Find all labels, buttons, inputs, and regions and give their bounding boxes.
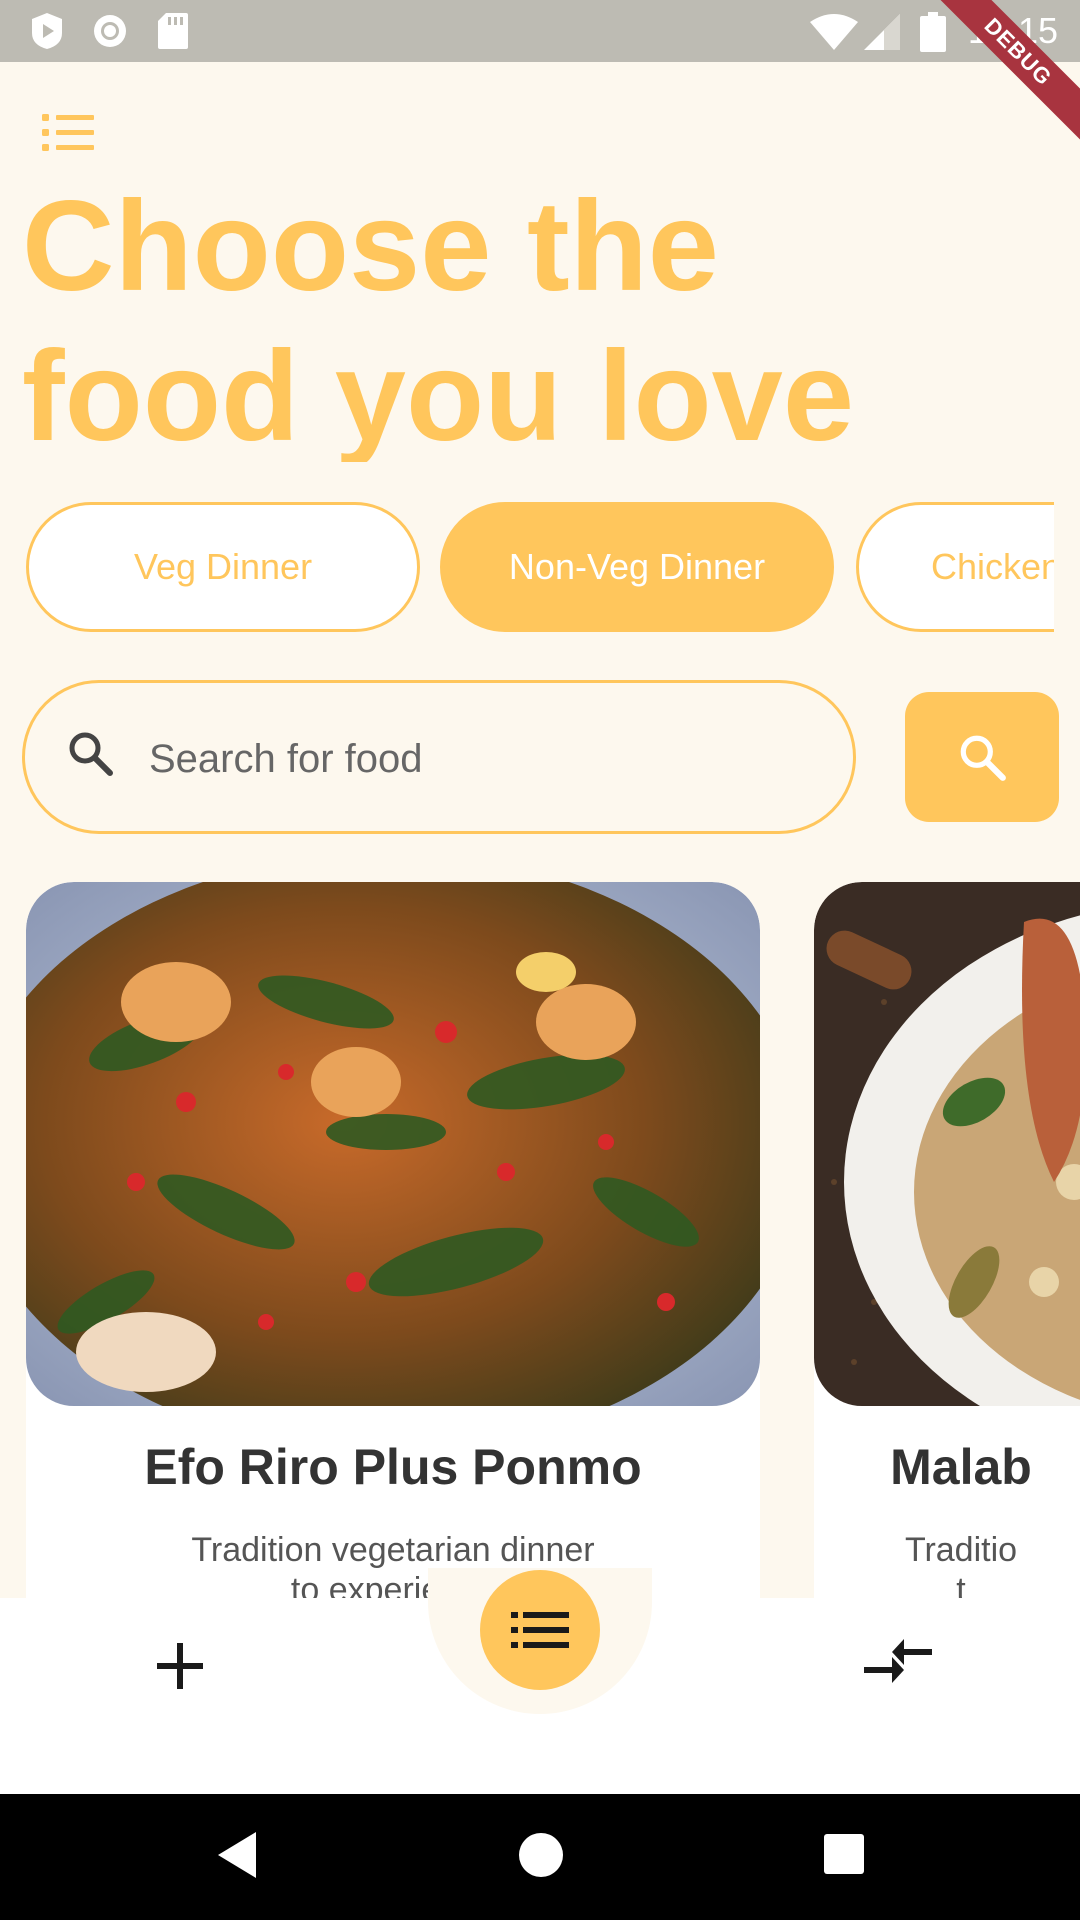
compare-arrows-icon — [864, 1639, 932, 1683]
food-description: Traditio t — [814, 1530, 1080, 1598]
chip-chicken[interactable]: Chicken — [856, 502, 1054, 632]
wifi-icon — [810, 14, 858, 55]
compare-button[interactable] — [864, 1632, 934, 1692]
recents-square-icon[interactable] — [824, 1834, 864, 1879]
play-protect-icon — [30, 13, 64, 54]
headline-container: Choose the food you love — [0, 62, 1080, 462]
food-description-line-2: t — [956, 1571, 966, 1598]
headline-line-1: Choose the — [22, 175, 719, 318]
menu-fab[interactable] — [480, 1570, 600, 1690]
search-icon — [960, 735, 1006, 781]
food-title: Malab — [890, 1439, 1032, 1495]
battery-icon — [920, 12, 946, 57]
signal-icon — [864, 14, 900, 55]
record-icon — [92, 13, 128, 54]
headline-line-2: food you love — [22, 325, 854, 462]
add-icon — [157, 1643, 203, 1689]
search-button[interactable] — [905, 692, 1059, 822]
food-image — [814, 882, 1080, 1406]
search-field[interactable] — [22, 680, 856, 834]
add-button[interactable] — [150, 1636, 210, 1696]
status-bar: 12:15 DEBUG — [0, 0, 1080, 150]
chip-veg-dinner[interactable]: Veg Dinner — [26, 502, 420, 632]
home-circle-icon[interactable] — [518, 1832, 564, 1883]
food-description-line-1: Tradition vegetarian dinner — [191, 1531, 595, 1569]
search-input[interactable] — [149, 723, 829, 795]
system-navigation-bar — [0, 1794, 1080, 1920]
search-icon — [65, 728, 115, 783]
food-description-line-1: Traditio — [904, 1531, 1018, 1569]
back-triangle-icon[interactable] — [214, 1830, 258, 1885]
category-chips: Veg Dinner Non-Veg Dinner Chicken — [0, 502, 1054, 632]
page-headline: Choose the food you love — [22, 172, 1022, 462]
food-card[interactable]: Malab Traditio t — [814, 882, 1080, 1598]
sd-card-icon — [158, 13, 188, 54]
chip-non-veg-dinner[interactable]: Non-Veg Dinner — [440, 502, 834, 632]
list-icon — [511, 1612, 569, 1648]
food-card-carousel: Efo Riro Plus Ponmo Tradition vegetarian… — [0, 882, 1080, 1598]
food-image — [26, 882, 760, 1406]
food-title: Efo Riro Plus Ponmo — [144, 1439, 642, 1495]
food-card[interactable]: Efo Riro Plus Ponmo Tradition vegetarian… — [26, 882, 760, 1598]
